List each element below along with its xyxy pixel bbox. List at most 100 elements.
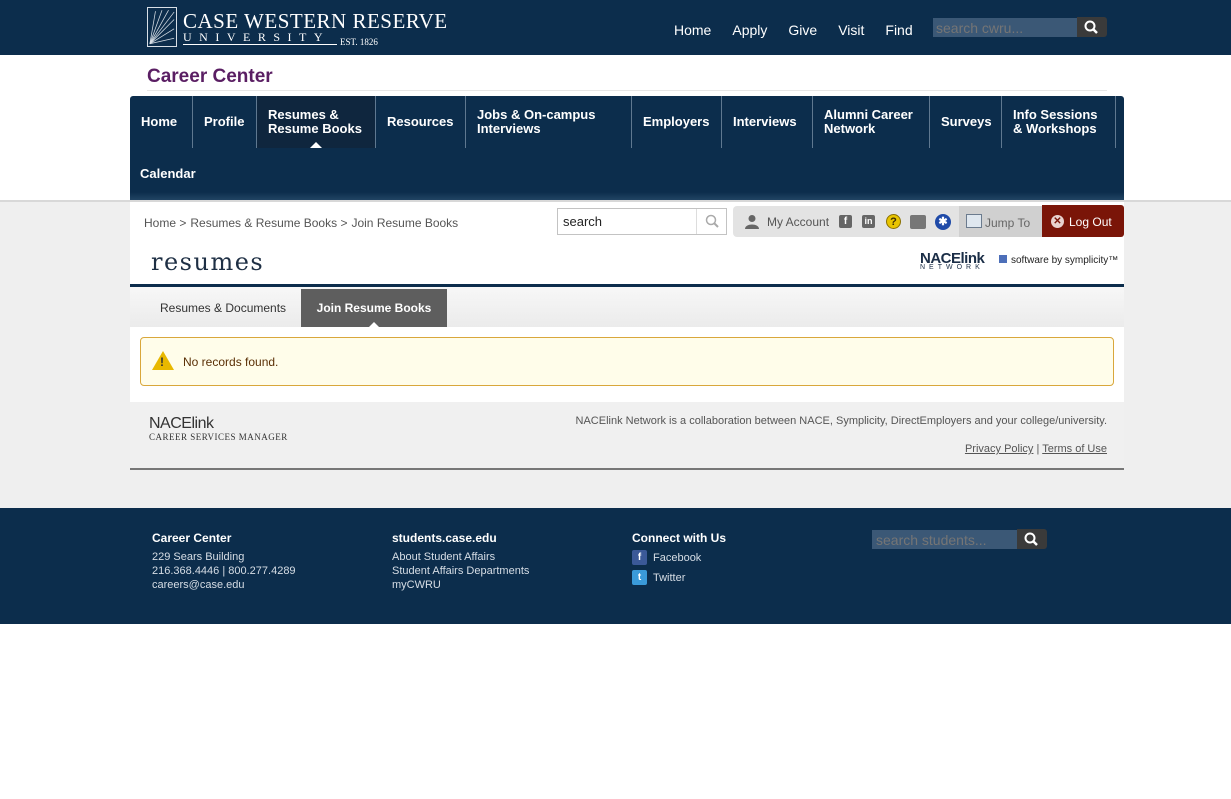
breadcrumb-separator: >	[340, 216, 348, 230]
footer-phone: 216.368.4446 | 800.277.4289	[152, 565, 296, 577]
breadcrumb-home[interactable]: Home	[144, 216, 176, 230]
top-nav-give[interactable]: Give	[788, 22, 817, 38]
footer-facebook-link[interactable]: f Facebook	[632, 550, 726, 565]
nav-info-sessions-label: Info Sessions & Workshops	[1013, 107, 1098, 136]
nav-resources-label: Resources	[387, 114, 454, 129]
twitter-icon: t	[632, 570, 647, 585]
symplicity-text: software by symplicity™	[1011, 255, 1119, 266]
footer-connect: Connect with Us f Facebook t Twitter	[632, 531, 726, 590]
close-icon: ✕	[1051, 215, 1064, 228]
nav-profile-label: Profile	[204, 114, 245, 129]
footer-facebook-label: Facebook	[653, 551, 702, 564]
nav-resources[interactable]: Resources	[376, 96, 466, 148]
footer-career-center: Career Center 229 Sears Building 216.368…	[152, 531, 296, 592]
breadcrumb-resumes[interactable]: Resumes & Resume Books	[190, 216, 337, 230]
students-search-input[interactable]	[872, 530, 1017, 549]
tab-join-resume-books[interactable]: Join Resume Books	[301, 289, 447, 328]
magnifier-icon	[705, 214, 719, 228]
footer-address: 229 Sears Building	[152, 551, 245, 563]
legal-links: Privacy Policy | Terms of Use	[965, 443, 1107, 455]
logo-rule	[183, 44, 337, 45]
subtab-bar: Resumes & Documents Join Resume Books	[130, 287, 1124, 328]
panel-bottom-rule	[130, 468, 1124, 470]
footer-students: students.case.edu About Student Affairs …	[392, 531, 529, 592]
site-search-input[interactable]	[563, 214, 691, 229]
footer-heading[interactable]: students.case.edu	[392, 531, 529, 545]
nav-home[interactable]: Home	[130, 96, 193, 148]
site-title[interactable]: Career Center	[147, 66, 273, 88]
nav-jobs-label: Jobs & On-campus Interviews	[477, 107, 596, 136]
legal-separator: |	[1036, 443, 1040, 455]
nav-jobs[interactable]: Jobs & On-campus Interviews	[466, 96, 632, 148]
accessibility-icon[interactable]: ✱	[935, 214, 951, 230]
nav-alumni[interactable]: Alumni Career Network	[813, 96, 930, 148]
search-icon	[1024, 532, 1038, 546]
help-icon[interactable]: ?	[886, 214, 901, 229]
top-nav-apply[interactable]: Apply	[732, 22, 767, 38]
collaboration-text: NACElink Network is a collaboration betw…	[575, 415, 1107, 427]
footer-heading: Career Center	[152, 531, 232, 545]
footer-twitter-link[interactable]: t Twitter	[632, 570, 726, 585]
cwru-search-input[interactable]	[933, 18, 1077, 37]
nav-employers[interactable]: Employers	[632, 96, 722, 148]
sunburst-icon	[147, 7, 177, 47]
footer-twitter-label: Twitter	[653, 571, 686, 584]
nav-resumes[interactable]: Resumes & Resume Books	[257, 96, 376, 148]
site-title-divider	[147, 90, 1107, 91]
footer-link[interactable]: About Student Affairs	[392, 550, 529, 564]
symplicity-credit[interactable]: software by symplicity™	[999, 255, 1118, 266]
footer-link[interactable]: myCWRU	[392, 578, 529, 592]
nav-resumes-label: Resumes & Resume Books	[268, 107, 362, 136]
jump-to-button[interactable]: Jump To	[959, 206, 1042, 237]
active-indicator	[310, 142, 322, 148]
top-nav-find[interactable]: Find	[885, 22, 912, 38]
nacelink-csm-logo[interactable]: NACElink CAREER SERVICES MANAGER	[149, 415, 288, 442]
utility-bar: My Account f in ? ✱	[733, 206, 959, 237]
nacelink-csm-logo-text: NACElink	[149, 415, 214, 432]
nacelink-network-logo[interactable]: NACElink NETWORK	[920, 250, 990, 276]
alert-message: No records found.	[183, 355, 279, 369]
top-nav: Home Apply Give Visit Find	[674, 22, 934, 38]
site-search-button[interactable]	[696, 209, 726, 234]
active-tab-indicator	[368, 322, 380, 328]
log-out-button[interactable]: ✕ Log Out	[1042, 205, 1124, 237]
footer-heading: Connect with Us	[632, 531, 727, 545]
privacy-policy-link[interactable]: Privacy Policy	[965, 443, 1033, 455]
symplicity-square-icon	[999, 255, 1007, 263]
nav-alumni-label: Alumni Career Network	[824, 107, 913, 136]
main-nav: Home Profile Resumes & Resume Books Reso…	[130, 96, 1124, 200]
nav-profile[interactable]: Profile	[193, 96, 257, 148]
logo-subtitle: UNIVERSITY	[183, 30, 330, 44]
nacelink-csm-logo-subtext: CAREER SERVICES MANAGER	[149, 432, 288, 442]
print-icon[interactable]	[910, 215, 926, 229]
top-nav-home[interactable]: Home	[674, 22, 711, 38]
user-icon	[745, 215, 759, 229]
log-out-label: Log Out	[1069, 215, 1112, 229]
cwru-logo[interactable]: CASE WESTERN RESERVE UNIVERSITY EST. 182…	[147, 7, 447, 49]
my-account-link[interactable]: My Account	[767, 215, 829, 229]
breadcrumb-separator: >	[179, 216, 187, 230]
nav-interviews[interactable]: Interviews	[722, 96, 813, 148]
top-nav-visit[interactable]: Visit	[838, 22, 864, 38]
breadcrumb-current[interactable]: Join Resume Books	[351, 216, 458, 230]
nav-surveys[interactable]: Surveys	[930, 96, 1002, 148]
terms-of-use-link[interactable]: Terms of Use	[1042, 443, 1107, 455]
search-icon	[1084, 20, 1098, 34]
nav-surveys-label: Surveys	[941, 114, 992, 129]
nav-info-sessions[interactable]: Info Sessions & Workshops	[1002, 96, 1116, 148]
panel-footer: NACElink CAREER SERVICES MANAGER NACElin…	[130, 402, 1124, 468]
breadcrumb: Home > Resumes & Resume Books > Join Resum…	[144, 216, 458, 230]
students-search-button[interactable]	[1017, 529, 1047, 549]
logo-est: EST. 1826	[340, 37, 378, 47]
facebook-icon[interactable]: f	[839, 215, 852, 228]
tab-join-resume-books-label: Join Resume Books	[316, 301, 432, 315]
nacelink-network-logo-subtext: NETWORK	[920, 264, 984, 271]
site-search-box	[557, 208, 727, 235]
linkedin-icon[interactable]: in	[862, 215, 875, 228]
cwru-search-button[interactable]	[1077, 17, 1107, 37]
jump-to-icon	[966, 214, 982, 228]
footer-email[interactable]: careers@case.edu	[152, 578, 296, 592]
footer-link[interactable]: Student Affairs Departments	[392, 564, 529, 578]
tab-resumes-documents[interactable]: Resumes & Documents	[149, 289, 297, 327]
site-footer: Career Center 229 Sears Building 216.368…	[0, 508, 1231, 624]
